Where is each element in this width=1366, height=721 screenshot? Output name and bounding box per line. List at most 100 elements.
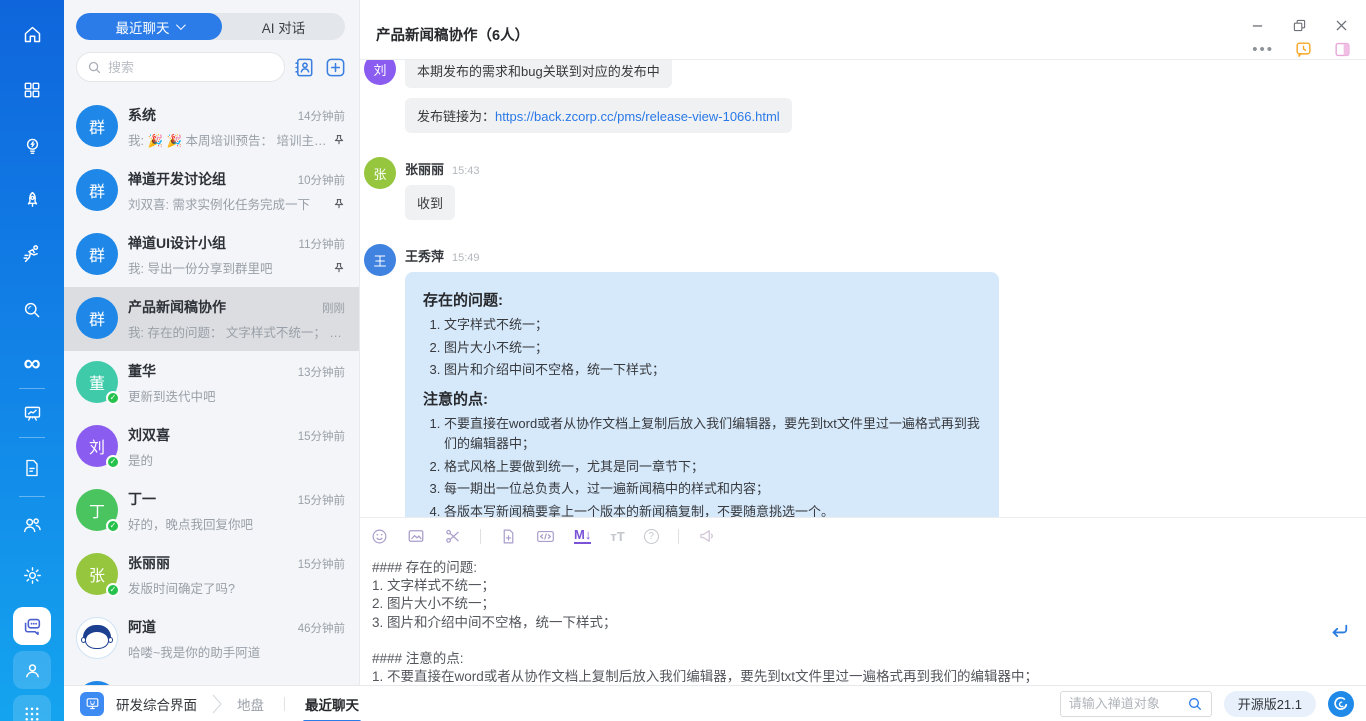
chevron-down-icon	[175, 20, 186, 31]
infinity-icon[interactable]: ∞	[14, 346, 50, 382]
chat-preview: 更新到迭代中吧	[128, 390, 216, 404]
online-status-badge: ✓	[106, 583, 120, 597]
list-item: 图片和介绍中间不空格，统一下样式；	[444, 360, 981, 381]
chat-time: 46分钟前	[297, 623, 345, 635]
chat-item-ui-group[interactable]: 群 禅道UI设计小组 11分钟前 我: 导出一份分享到群里吧	[64, 223, 359, 287]
search-icon[interactable]	[1187, 696, 1203, 712]
app-window: ∞ 王 ✓ 最近聊天	[0, 0, 1366, 721]
chat-preview: 是的	[128, 454, 154, 468]
user-avatar: 张 ✓	[76, 553, 120, 597]
message-input[interactable]: #### 存在的问题: 1. 文字样式不统一； 2. 图片大小不统一； 3. 图…	[360, 554, 1366, 685]
user-avatar: 丁 ✓	[76, 489, 120, 533]
zentao-object-search[interactable]	[1059, 690, 1212, 717]
restore-button[interactable]	[1292, 18, 1306, 32]
chat-name: 张丽丽	[128, 555, 170, 571]
chat-item-liushuangxi[interactable]: 刘 ✓ 刘双喜 15分钟前 是的	[64, 415, 359, 479]
notes-list: 不要直接在word或者从协作文档上复制后放入我们编辑器，要先到txt文件里过一遍…	[423, 414, 981, 517]
code-icon[interactable]	[536, 528, 555, 545]
close-button[interactable]	[1334, 18, 1348, 32]
reminder-clock-icon[interactable]	[1294, 40, 1313, 59]
message: 张 张丽丽 15:43 收到	[364, 157, 1366, 230]
zentao-logo-icon[interactable]	[1328, 690, 1354, 717]
add-chat-icon[interactable]	[324, 56, 347, 79]
chat-preview: 我: 存在的问题： 文字样式不统一； 图...	[128, 326, 345, 340]
chat-title: 产品新闻稿协作（6人）	[376, 28, 530, 44]
rocket-icon[interactable]	[14, 182, 50, 218]
messenger-icon[interactable]	[13, 607, 51, 645]
message-bubble: 本期发布的需求和bug关联到对应的发布中	[405, 60, 672, 88]
runner-icon[interactable]	[14, 236, 50, 272]
screenshot-scissors-icon[interactable]	[444, 528, 461, 545]
chat-search-box[interactable]	[76, 52, 285, 82]
workspace-icon[interactable]	[80, 691, 104, 716]
markdown-message-bubble: 存在的问题: 文字样式不统一； 图片大小不统一； 图片和介绍中间不空格，统一下样…	[405, 272, 999, 517]
apps-icon[interactable]	[14, 72, 50, 108]
chat-time: 刚刚	[322, 303, 345, 315]
sender-avatar[interactable]: 张	[364, 157, 396, 189]
help-icon[interactable]: ?	[643, 528, 659, 544]
tab-ai-chat[interactable]: AI 对话	[222, 17, 345, 37]
font-size-icon[interactable]: тT	[610, 529, 624, 544]
zentao-object-input[interactable]	[1068, 696, 1181, 711]
chat-time: 15分钟前	[297, 559, 345, 571]
tab-dashboard[interactable]: 地盘	[237, 694, 264, 714]
more-apps-icon[interactable]	[13, 695, 51, 721]
side-panel-icon[interactable]	[1333, 40, 1352, 59]
chat-time: 10分钟前	[297, 175, 345, 187]
document-icon[interactable]	[14, 450, 50, 486]
chat-list-panel: 最近聊天 AI 对话 群 系统 14分钟前	[64, 0, 360, 685]
lightbulb-icon[interactable]	[14, 128, 50, 164]
image-icon[interactable]	[407, 527, 425, 545]
send-enter-icon[interactable]	[1328, 622, 1350, 645]
chat-name: 董华	[128, 363, 156, 379]
search-icon[interactable]	[14, 292, 50, 328]
contacts-icon[interactable]	[13, 651, 51, 689]
markdown-toggle[interactable]: M↓	[574, 528, 592, 544]
chat-header: 产品新闻稿协作（6人） •••	[360, 0, 1366, 60]
sender-avatar[interactable]: 王	[364, 244, 396, 276]
chat-item-system[interactable]: 群 系统 14分钟前 我: 🎉 🎉 本周培训预告： 培训主题： ...	[64, 95, 359, 159]
minimize-button[interactable]	[1250, 18, 1264, 32]
chat-time: 14分钟前	[297, 111, 345, 123]
rail-divider	[19, 496, 45, 497]
chat-item-dev-group[interactable]: 群 禅道开发讨论组 10分钟前 刘双喜: 需求实例化任务完成一下	[64, 159, 359, 223]
tab-recent-chats-bottom[interactable]: 最近聊天	[303, 694, 361, 721]
tab-recent-chats[interactable]: 最近聊天	[76, 13, 222, 40]
attach-file-icon[interactable]	[500, 528, 517, 545]
chat-search-input[interactable]	[108, 59, 274, 75]
bot-avatar	[76, 617, 118, 659]
message-bubble-link: 发布链接为：https://back.zcorp.cc/pms/release-…	[405, 98, 792, 133]
chat-item-adao[interactable]: 阿道 46分钟前 哈喽~我是你的助手阿道	[64, 607, 359, 671]
chat-item-list: 群 系统 14分钟前 我: 🎉 🎉 本周培训预告： 培训主题： ... 群 禅道开…	[64, 95, 359, 685]
team-icon[interactable]	[14, 507, 50, 543]
sender-avatar[interactable]: 刘	[364, 60, 396, 85]
online-status-badge: ✓	[106, 519, 120, 533]
release-link[interactable]: https://back.zcorp.cc/pms/release-view-1…	[495, 109, 780, 124]
version-badge[interactable]: 开源版21.1	[1223, 690, 1316, 717]
home-icon[interactable]	[14, 16, 50, 52]
workspace-name[interactable]: 研发综合界面	[116, 694, 197, 714]
chat-time: 13分钟前	[297, 367, 345, 379]
user-avatar: 董 ✓	[76, 361, 120, 405]
chat-item-zhanglili[interactable]: 张 ✓ 张丽丽 15分钟前 发版时间确定了吗?	[64, 543, 359, 607]
chat-time: 15分钟前	[297, 431, 345, 443]
chat-item-donghua[interactable]: 董 ✓ 董华 13分钟前 更新到迭代中吧	[64, 351, 359, 415]
chat-item-partial[interactable]	[64, 671, 359, 685]
message-time: 15:49	[452, 252, 480, 264]
emoji-icon[interactable]	[371, 528, 388, 545]
dashboard-icon[interactable]	[14, 395, 50, 431]
chat-item-press-release[interactable]: 群 产品新闻稿协作 刚刚 我: 存在的问题： 文字样式不统一； 图...	[64, 287, 359, 351]
announcement-icon[interactable]	[698, 527, 716, 545]
more-options-icon[interactable]: •••	[1252, 42, 1274, 57]
list-item: 文字样式不统一；	[444, 315, 981, 336]
address-book-icon[interactable]	[293, 56, 316, 79]
chat-item-dingyi[interactable]: 丁 ✓ 丁一 15分钟前 好的，晚点我回复你吧	[64, 479, 359, 543]
pin-icon	[333, 134, 345, 146]
settings-gear-icon[interactable]	[14, 557, 50, 593]
search-icon	[88, 61, 101, 73]
list-item: 各版本写新闻稿要拿上一个版本的新闻稿复制，不要随意挑选一个。 @所有人各位产品同…	[444, 502, 981, 517]
composer: M↓ тT ? #### 存在的问题: 1. 文字样式不统一； 2. 图片大小不…	[360, 517, 1366, 685]
list-item: 图片大小不统一；	[444, 338, 981, 359]
message-scroll-area[interactable]: 刘 本期发布的需求和bug关联到对应的发布中 发布链接为：https://bac…	[360, 60, 1366, 517]
bubble-heading-notes: 注意的点:	[423, 390, 488, 408]
